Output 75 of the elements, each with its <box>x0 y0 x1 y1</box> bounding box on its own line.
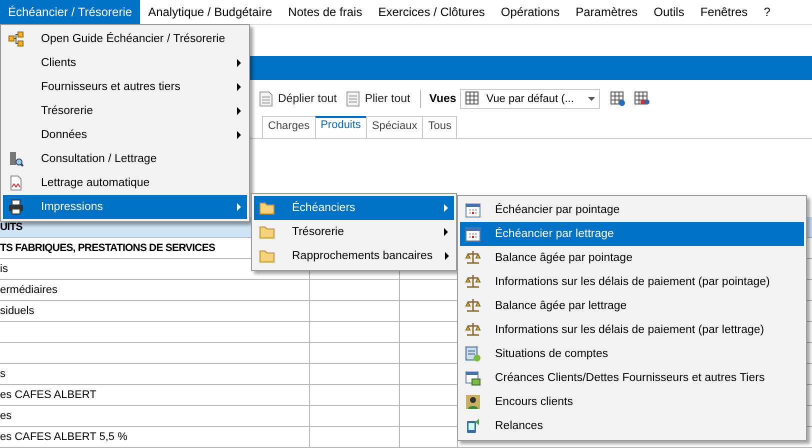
menu-bar-item[interactable]: Paramètres <box>568 0 646 24</box>
menu-item[interactable]: Échéanciers <box>254 196 454 220</box>
menu-item[interactable]: Lettrage automatique <box>3 171 247 195</box>
table-cell: is <box>0 263 8 275</box>
menu-item[interactable]: Open Guide Échéancier / Trésorerie <box>3 27 247 51</box>
menu-item[interactable]: Créances Clients/Dettes Fournisseurs et autres Tiers <box>460 366 804 390</box>
tab[interactable]: Charges <box>262 116 316 138</box>
menu-bar-item[interactable]: ? <box>756 0 778 24</box>
document-icon <box>8 175 24 191</box>
submenu-arrow-icon <box>237 131 241 139</box>
person-icon <box>465 394 481 410</box>
menu-item[interactable]: Trésorerie <box>3 99 247 123</box>
table-cell: es CAFES ALBERT <box>0 389 96 401</box>
menu-item[interactable]: Relances <box>460 414 804 438</box>
menu-bar-item[interactable]: Notes de frais <box>280 0 370 24</box>
calendar-icon <box>465 202 481 218</box>
menu-item[interactable]: Échéancier par pointage <box>460 198 804 222</box>
table-cell: es CAFES ALBERT 5,5 % <box>0 431 128 443</box>
folder-icon <box>259 224 275 240</box>
menu-bar-item[interactable]: Opérations <box>492 0 568 24</box>
collapse-all-button[interactable]: Plier tout <box>342 91 412 107</box>
list-icon <box>344 91 361 107</box>
menu-item[interactable]: Consultation / Lettrage <box>3 147 247 171</box>
menu-item[interactable]: Fournisseurs et autres tiers <box>3 75 247 99</box>
folder-icon <box>259 248 275 264</box>
grid-users-icon[interactable] <box>634 91 650 107</box>
menu-bar-item[interactable]: Fenêtres <box>692 0 756 24</box>
grid-icon <box>465 91 482 107</box>
menu-bar-item[interactable]: Échéancier / Trésorerie <box>0 0 140 24</box>
scale-icon <box>465 274 481 290</box>
menu-bar-item[interactable]: Exercices / Clôtures <box>370 0 493 24</box>
table-cell: siduels <box>0 305 34 317</box>
submenu-arrow-icon <box>444 204 448 212</box>
table-cell: UITS <box>0 221 22 233</box>
scale-icon <box>465 322 481 338</box>
scale-icon <box>465 298 481 314</box>
search-icon <box>8 151 24 167</box>
expand-all-button[interactable]: Déplier tout <box>256 91 339 107</box>
calendar-icon <box>465 370 481 386</box>
printer-icon <box>8 199 24 215</box>
submenu-arrow-icon <box>444 228 448 236</box>
scale-icon <box>465 250 481 266</box>
tree-icon <box>8 31 24 47</box>
tab[interactable]: Tous <box>422 116 458 138</box>
dropdown-caret-icon <box>588 97 596 101</box>
menu-item[interactable]: Balance âgée par pointage <box>460 246 804 270</box>
ledger-icon <box>465 346 481 362</box>
menu-item[interactable]: Encours clients <box>460 390 804 414</box>
table-cell: ermédiaires <box>0 284 58 296</box>
menu-item[interactable]: Échéancier par lettrage <box>460 222 804 246</box>
table-cell: s <box>0 368 6 380</box>
view-dropdown[interactable]: Vue par défaut (... <box>460 89 600 109</box>
submenu-arrow-icon <box>237 107 241 115</box>
menu-item[interactable]: Données <box>3 123 247 147</box>
menu-item[interactable]: Impressions <box>3 195 247 219</box>
menu-bar-item[interactable]: Analytique / Budgétaire <box>140 0 280 24</box>
document-icon <box>258 91 274 107</box>
submenu-arrow-icon <box>237 203 241 211</box>
menu-item[interactable]: Informations sur les délais de paiement (par lettrage) <box>460 318 804 342</box>
menu-item[interactable]: Clients <box>3 51 247 75</box>
menu-bar-item[interactable]: Outils <box>646 0 692 24</box>
table-cell: TS FABRIQUES, PRESTATIONS DE SERVICES <box>0 242 216 254</box>
menu-item[interactable]: Trésorerie <box>254 220 454 244</box>
submenu-arrow-icon <box>444 252 449 260</box>
views-label: Vues <box>429 93 456 105</box>
submenu-arrow-icon <box>237 83 241 91</box>
submenu-arrow-icon <box>237 59 241 67</box>
calendar-icon <box>465 226 481 242</box>
menu-item[interactable]: Informations sur les délais de paiement (par pointage) <box>460 270 804 294</box>
grid-settings-icon[interactable] <box>610 91 626 107</box>
phone-icon <box>465 418 481 434</box>
menu-item[interactable]: Balance âgée par lettrage <box>460 294 804 318</box>
menu-item[interactable]: Situations de comptes <box>460 342 804 366</box>
menu-item[interactable]: Rapprochements bancaires <box>254 244 454 268</box>
table-cell: es <box>0 410 12 422</box>
